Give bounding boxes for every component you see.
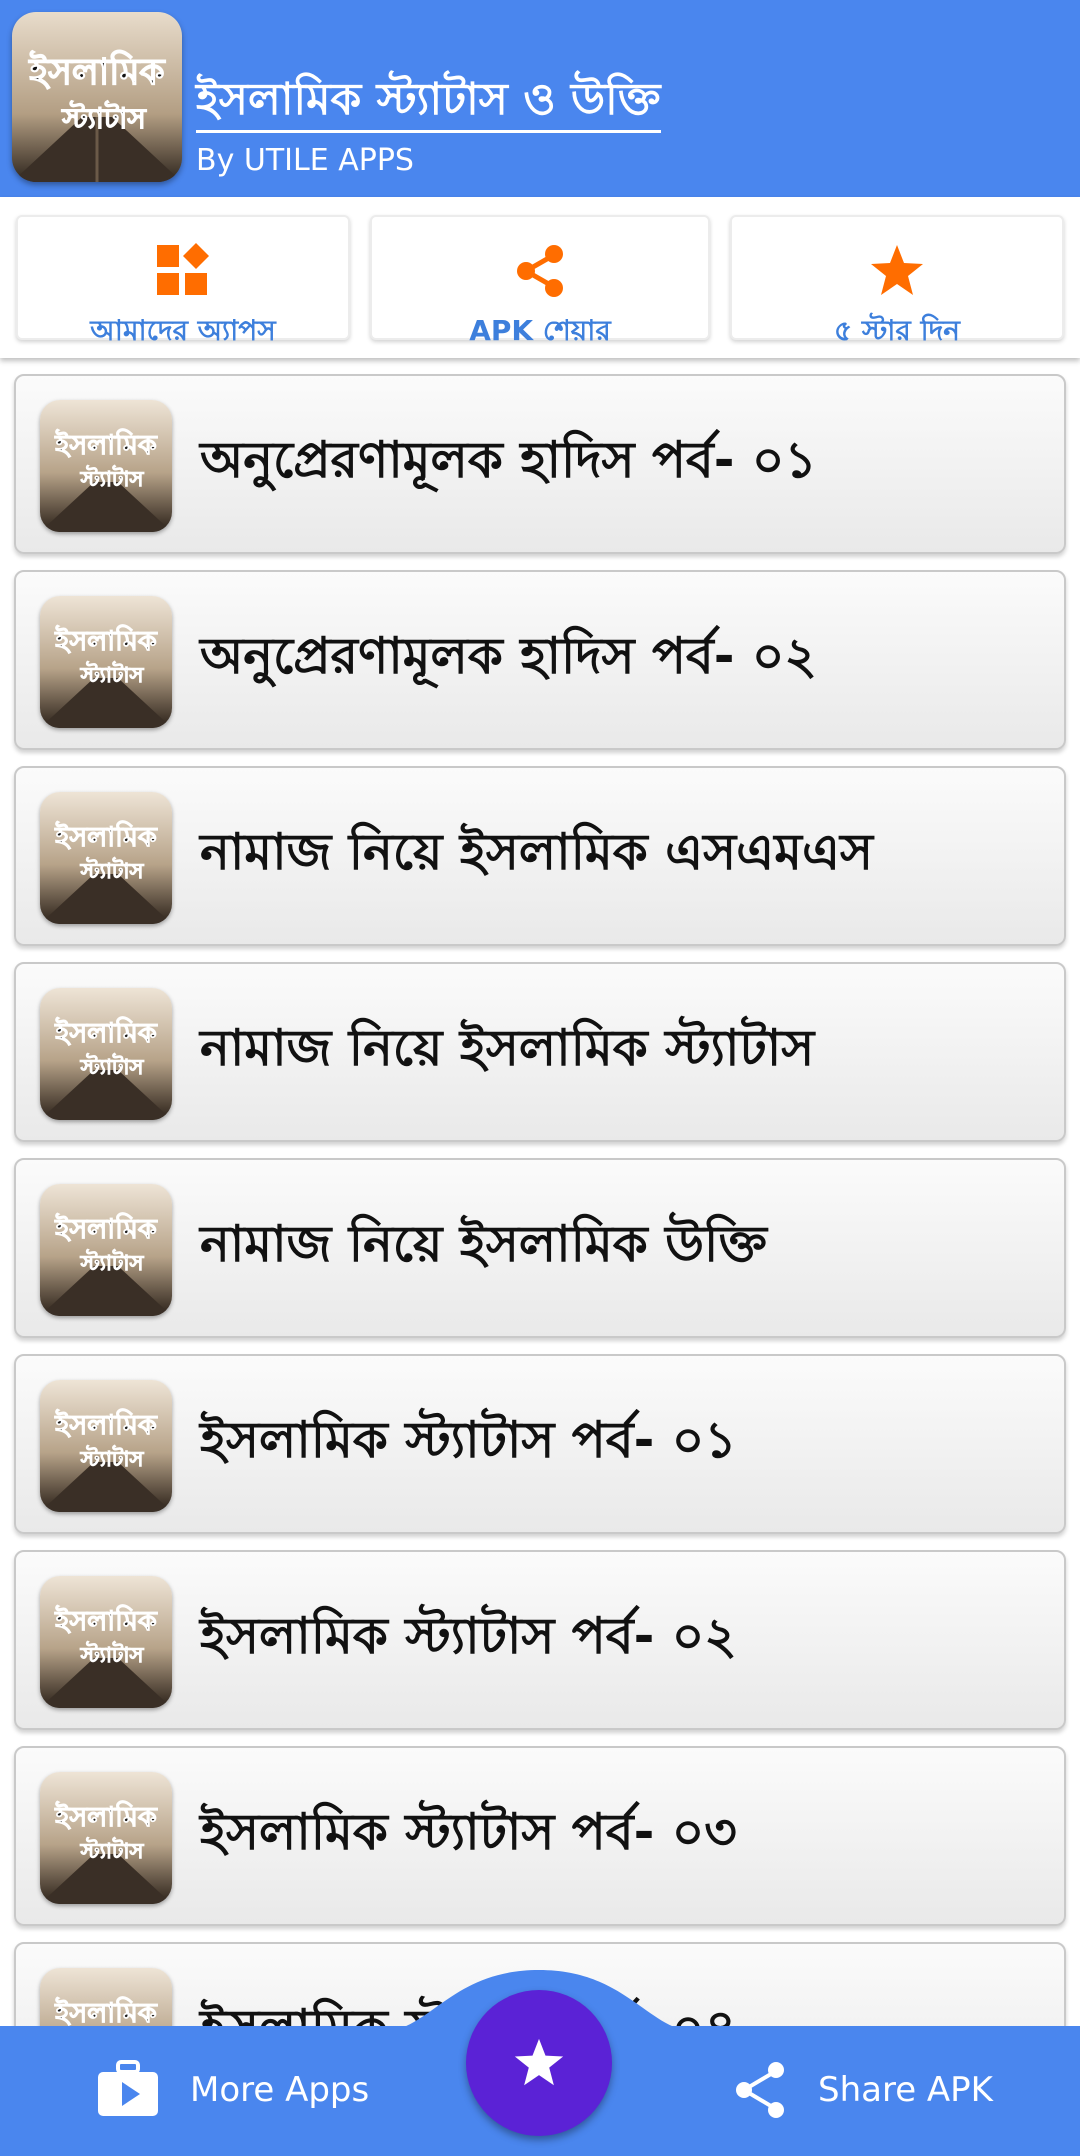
list-item-title: নামাজ নিয়ে ইসলামিক উক্তি — [200, 1214, 767, 1273]
thumb-text-bottom: স্ট্যাটাস — [80, 1053, 145, 1079]
list-item-title: ইসলামিক স্ট্যাটাস পর্ব- ০২ — [200, 1606, 737, 1665]
thumb-text-bottom: স্ট্যাটাস — [80, 661, 145, 687]
action-bar: আমাদের অ্যাপস APK শেয়ার ৫ স্টার দিন — [0, 197, 1080, 358]
more-apps-label: More Apps — [190, 2070, 370, 2110]
list-item-title: অনুপ্রেরণামূলক হাদিস পর্ব- ০১ — [200, 430, 817, 489]
share-icon — [372, 243, 708, 299]
list-item[interactable]: ইসলামিক স্ট্যাটাস অনুপ্রেরণামূলক হাদিস প… — [14, 570, 1066, 750]
list-item-title: নামাজ নিয়ে ইসলামিক স্ট্যাটাস — [200, 1018, 815, 1077]
thumb-text-bottom: স্ট্যাটাস — [80, 1837, 145, 1863]
logo-text-bottom: স্ট্যাটাস — [61, 100, 147, 135]
thumb-text-top: ইসলামিক — [54, 1016, 158, 1049]
app-subtitle: By UTILE APPS — [196, 143, 414, 178]
thumb-text-top: ইসলামিক — [54, 1604, 158, 1637]
app-logo: ইসলামিক স্ট্যাটাস — [12, 12, 182, 182]
share-apk-nav-label: Share APK — [818, 2070, 993, 2110]
share-apk-button[interactable]: APK শেয়ার — [370, 215, 710, 347]
thumb-text-top: ইসলামিক — [54, 428, 158, 461]
star-icon — [732, 243, 1062, 299]
star-icon — [514, 2038, 564, 2086]
list-item-thumbnail: ইসলামিক স্ট্যাটাস — [40, 792, 172, 924]
list-item[interactable]: ইসলামিক স্ট্যাটাস ইসলামিক স্ট্যাটাস পর্ব… — [14, 1746, 1066, 1926]
thumb-text-top: ইসলামিক — [54, 624, 158, 657]
list-item-thumbnail: ইসলামিক স্ট্যাটাস — [40, 400, 172, 532]
logo-text-top: ইসলামিক — [27, 50, 166, 93]
list-item[interactable]: ইসলামিক স্ট্যাটাস নামাজ নিয়ে ইসলামিক স্… — [14, 962, 1066, 1142]
thumb-text-bottom: স্ট্যাটাস — [80, 465, 145, 491]
our-apps-button[interactable]: আমাদের অ্যাপস — [16, 215, 350, 347]
thumb-text-top: ইসলামিক — [54, 1408, 158, 1441]
list-item-title: ইসলামিক স্ট্যাটাস পর্ব- ০১ — [200, 1410, 737, 1469]
thumb-text-top: ইসলামিক — [54, 1800, 158, 1833]
share-apk-label: APK শেয়ার — [469, 314, 611, 347]
list-item-title: নামাজ নিয়ে ইসলামিক এসএমএস — [200, 822, 874, 881]
list-item[interactable]: ইসলামিক স্ট্যাটাস অনুপ্রেরণামূলক হাদিস প… — [14, 374, 1066, 554]
thumb-text-bottom: স্ট্যাটাস — [80, 1641, 145, 1667]
thumb-text-bottom: স্ট্যাটাস — [80, 1445, 145, 1471]
list-item[interactable]: ইসলামিক স্ট্যাটাস ইসলামিক স্ট্যাটাস পর্ব… — [14, 1550, 1066, 1730]
our-apps-label: আমাদের অ্যাপস — [90, 314, 276, 347]
favorite-fab-button[interactable] — [466, 1990, 612, 2136]
list-item-thumbnail: ইসলামিক স্ট্যাটাস — [40, 1184, 172, 1316]
briefcase-icon — [98, 2060, 158, 2116]
status-list: ইসলামিক স্ট্যাটাস অনুপ্রেরণামূলক হাদিস প… — [0, 358, 1080, 2026]
list-item-title: ইসলামিক স্ট্যাটাস পর্ব- ০৩ — [200, 1802, 737, 1861]
thumb-text-top: ইসলামিক — [54, 1212, 158, 1245]
rate-five-star-button[interactable]: ৫ স্টার দিন — [730, 215, 1064, 347]
more-apps-button[interactable]: More Apps — [96, 2060, 369, 2120]
app-title: ইসলামিক স্ট্যাটাস ও উক্তি — [196, 78, 661, 133]
apps-grid-icon — [18, 243, 348, 299]
thumb-text-bottom: স্ট্যাটাস — [80, 1249, 145, 1275]
list-item-thumbnail: ইসলামিক স্ট্যাটাস — [40, 988, 172, 1120]
share-apk-nav-button[interactable]: Share APK — [732, 2060, 993, 2120]
list-item-thumbnail: ইসলামিক স্ট্যাটাস — [40, 596, 172, 728]
list-item[interactable]: ইসলামিক স্ট্যাটাস নামাজ নিয়ে ইসলামিক এস… — [14, 766, 1066, 946]
list-item[interactable]: ইসলামিক স্ট্যাটাস নামাজ নিয়ে ইসলামিক উক… — [14, 1158, 1066, 1338]
list-item[interactable]: ইসলামিক স্ট্যাটাস ইসলামিক স্ট্যাটাস পর্ব… — [14, 1354, 1066, 1534]
thumb-text-bottom: স্ট্যাটাস — [80, 857, 145, 883]
thumb-text-top: ইসলামিক — [54, 820, 158, 853]
share-icon — [736, 2062, 784, 2118]
list-item-thumbnail: ইসলামিক স্ট্যাটাস — [40, 1576, 172, 1708]
list-item-title: অনুপ্রেরণামূলক হাদিস পর্ব- ০২ — [200, 626, 817, 685]
rate-five-star-label: ৫ স্টার দিন — [833, 314, 961, 347]
app-header: ইসলামিক স্ট্যাটাস ইসলামিক স্ট্যাটাস ও উক… — [0, 0, 1080, 197]
list-item-thumbnail: ইসলামিক স্ট্যাটাস — [40, 1380, 172, 1512]
list-item-thumbnail: ইসলামিক স্ট্যাটাস — [40, 1772, 172, 1904]
